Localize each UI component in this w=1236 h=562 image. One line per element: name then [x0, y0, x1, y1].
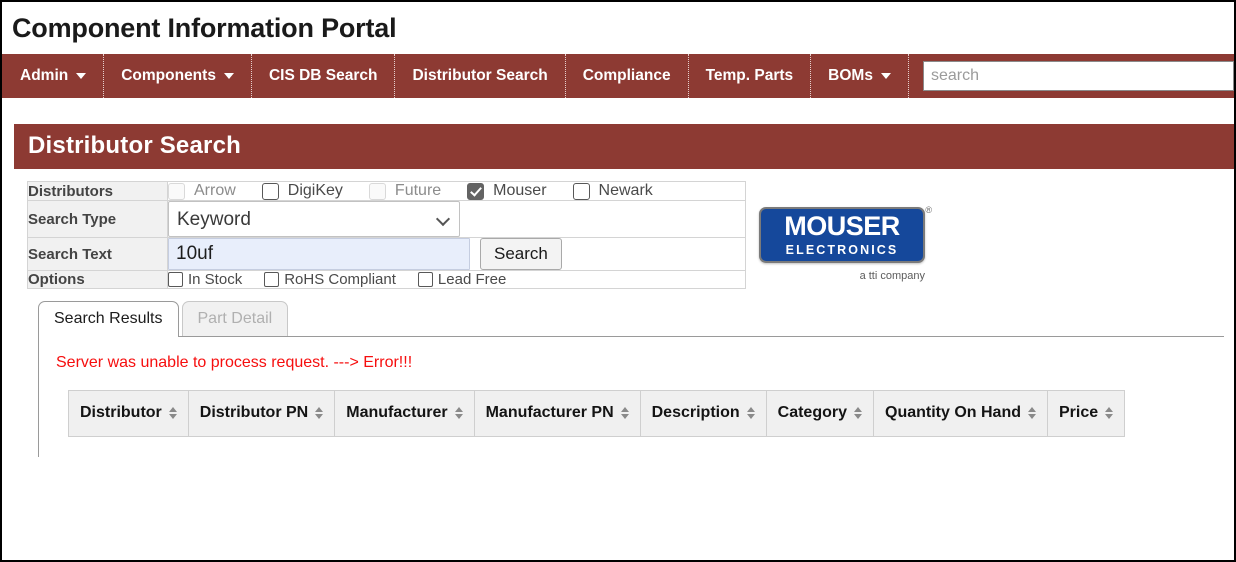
mouser-logo-sub: ELECTRONICS — [785, 243, 899, 258]
sort-icon — [746, 407, 755, 419]
chevron-down-icon — [223, 73, 234, 79]
options-row: Options In Stock RoHS Compliant Lead Fre… — [27, 270, 746, 289]
distributors-field: Arrow DigiKey Future Mouser Newark — [167, 181, 746, 201]
search-text-label: Search Text — [27, 237, 168, 271]
mouser-logo: MOUSER ELECTRONICS ® a tti company — [759, 205, 935, 282]
nav-item-label: Components — [121, 67, 216, 85]
sort-icon — [168, 407, 177, 419]
checkbox-label-arrow: Arrow — [194, 182, 236, 199]
tab-label: Part Detail — [197, 310, 273, 327]
tab-search-results[interactable]: Search Results — [38, 301, 179, 337]
navbar-search-container — [909, 54, 1234, 98]
checkbox-newark[interactable] — [572, 182, 590, 200]
results-header-row: Distributor Distributor PN Manufacturer … — [68, 390, 1126, 437]
search-type-select[interactable]: Keyword — [168, 201, 460, 237]
column-label: Description — [651, 404, 740, 421]
checkbox-label-newark: Newark — [598, 182, 653, 199]
search-button[interactable]: Search — [480, 238, 562, 270]
sort-icon — [620, 407, 629, 419]
checkbox-label-in-stock: In Stock — [188, 271, 243, 288]
column-label: Distributor PN — [199, 404, 309, 421]
sort-icon — [854, 407, 862, 419]
sort-icon — [1028, 407, 1036, 419]
column-header-description[interactable]: Description — [639, 390, 767, 437]
nav-item-temp-parts[interactable]: Temp. Parts — [689, 54, 812, 98]
column-header-category[interactable]: Category — [765, 390, 875, 437]
search-text-row: Search Text Search — [27, 237, 746, 271]
distributor-search-panel: Distributor Search Distributors Arrow Di… — [14, 124, 1234, 457]
navbar-spacer — [2, 98, 1234, 124]
distributors-label: Distributors — [27, 181, 168, 201]
nav-item-label: CIS DB Search — [268, 67, 378, 85]
panel-body: Distributors Arrow DigiKey Future Mouser — [14, 169, 1234, 457]
chevron-down-icon — [880, 73, 891, 79]
column-header-quantity-on-hand[interactable]: Quantity On Hand — [873, 390, 1048, 437]
nav-item-cis-db-search[interactable]: CIS DB Search — [252, 54, 396, 98]
page-title: Component Information Portal — [2, 2, 1234, 54]
options-field: In Stock RoHS Compliant Lead Free — [167, 270, 746, 289]
mouser-logo-tagline: a tti company — [859, 270, 925, 282]
sort-icon — [454, 407, 463, 419]
checkbox-future[interactable] — [368, 182, 386, 200]
main-navbar: Admin Components CIS DB Search Distribut… — [2, 54, 1234, 98]
checkbox-in-stock[interactable] — [168, 272, 183, 287]
nav-item-boms[interactable]: BOMs — [811, 54, 909, 98]
nav-item-compliance[interactable]: Compliance — [566, 54, 689, 98]
column-label: Price — [1059, 404, 1099, 421]
checkbox-label-lead-free: Lead Free — [437, 271, 507, 288]
nav-item-label: BOMs — [828, 67, 873, 85]
panel-title: Distributor Search — [14, 124, 1234, 169]
column-label: Distributor — [80, 404, 162, 421]
nav-item-components[interactable]: Components — [104, 54, 252, 98]
checkbox-label-future: Future — [394, 182, 442, 199]
sort-icon — [1105, 407, 1114, 419]
search-type-field: Keyword — [167, 200, 746, 238]
column-label: Category — [777, 404, 847, 421]
search-form-table: Distributors Arrow DigiKey Future Mouser — [27, 181, 746, 289]
global-search-input[interactable] — [922, 61, 1234, 91]
nav-item-label: Admin — [20, 67, 69, 85]
tab-part-detail[interactable]: Part Detail — [181, 301, 289, 336]
checkbox-lead-free[interactable] — [417, 272, 433, 287]
nav-item-label: Compliance — [582, 67, 671, 85]
tab-label: Search Results — [54, 310, 163, 327]
checkbox-label-mouser: Mouser — [493, 182, 547, 199]
mouser-logo-plate: MOUSER ELECTRONICS ® — [759, 205, 932, 263]
search-type-row: Search Type Keyword — [27, 200, 746, 238]
column-header-distributor[interactable]: Distributor — [68, 390, 189, 437]
options-label: Options — [27, 270, 168, 289]
results-table: Distributor Distributor PN Manufacturer … — [68, 390, 1126, 437]
mouser-logo-main: MOUSER — [784, 211, 900, 242]
registered-trademark-icon: ® — [925, 205, 932, 215]
nav-item-distributor-search[interactable]: Distributor Search — [395, 54, 566, 98]
column-header-manufacturer-pn[interactable]: Manufacturer PN — [473, 390, 641, 437]
column-header-price[interactable]: Price — [1046, 390, 1126, 437]
checkbox-rohs-compliant[interactable] — [264, 272, 280, 287]
checkbox-label-rohs-compliant: RoHS Compliant — [284, 271, 396, 288]
distributors-row: Distributors Arrow DigiKey Future Mouser — [27, 181, 746, 201]
column-header-distributor-pn[interactable]: Distributor PN — [187, 390, 336, 437]
checkbox-arrow[interactable] — [168, 182, 185, 200]
nav-item-admin[interactable]: Admin — [2, 54, 105, 98]
column-label: Quantity On Hand — [885, 404, 1021, 421]
results-tabs: Search Results Part Detail — [27, 301, 1234, 337]
column-header-manufacturer[interactable]: Manufacturer — [334, 390, 475, 437]
column-label: Manufacturer PN — [485, 404, 614, 421]
app-window: Component Information Portal Admin Compo… — [0, 0, 1236, 562]
nav-item-label: Distributor Search — [412, 67, 548, 85]
checkbox-mouser[interactable] — [467, 182, 485, 200]
tab-panel: Server was unable to process request. --… — [38, 336, 1224, 457]
search-text-input[interactable] — [168, 238, 470, 270]
nav-item-label: Temp. Parts — [705, 67, 794, 85]
search-type-label: Search Type — [27, 200, 168, 238]
search-results-body: Server was unable to process request. --… — [38, 337, 1224, 457]
checkbox-digikey[interactable] — [261, 182, 279, 200]
column-label: Manufacturer — [346, 404, 448, 421]
error-message: Server was unable to process request. --… — [56, 354, 413, 371]
search-text-field: Search — [167, 237, 746, 271]
checkbox-label-digikey: DigiKey — [287, 182, 343, 199]
chevron-down-icon — [76, 73, 87, 79]
sort-icon — [315, 407, 324, 419]
